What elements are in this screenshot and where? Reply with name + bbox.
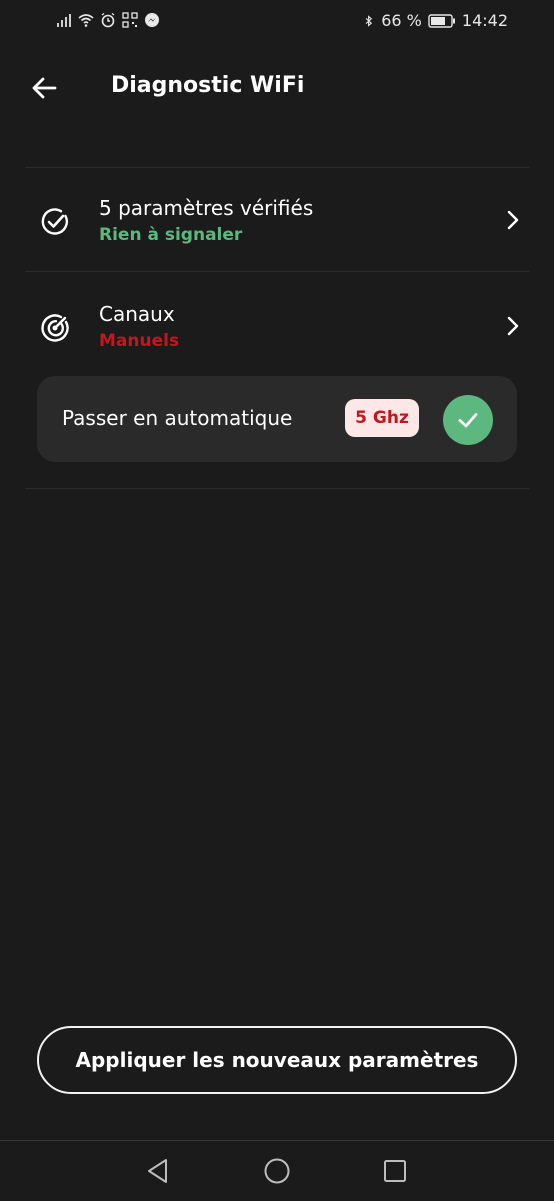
apply-settings-button[interactable]: Appliquer les nouveaux paramètres (37, 1026, 517, 1094)
back-button[interactable] (26, 70, 62, 106)
auto-channel-label: Passer en automatique (62, 406, 293, 430)
qr-icon (122, 12, 138, 28)
row-parameters-checked[interactable]: 5 paramètres vérifiés Rien à signaler (25, 172, 529, 262)
signal-icon (57, 14, 71, 27)
status-icons-right: 66 % 14:42 (363, 11, 508, 30)
messenger-icon (145, 13, 159, 27)
row-channels[interactable]: Canaux Manuels (25, 278, 529, 368)
bluetooth-icon (365, 14, 373, 27)
row-title: Canaux (99, 302, 175, 326)
checkmark-icon (458, 413, 478, 428)
back-arrow-icon (32, 77, 57, 99)
divider (25, 167, 529, 168)
auto-channel-card: Passer en automatique 5 Ghz (37, 376, 517, 462)
status-icons-left (56, 12, 160, 28)
wifi-icon (78, 14, 94, 27)
divider (25, 488, 529, 489)
battery-icon (428, 13, 455, 28)
chevron-right-icon (507, 210, 519, 230)
app-header: Diagnostic WiFi (0, 58, 554, 118)
row-status: Rien à signaler (99, 225, 243, 245)
page-title: Diagnostic WiFi (111, 73, 305, 98)
recents-nav-icon[interactable] (381, 1157, 409, 1185)
home-nav-icon[interactable] (263, 1157, 291, 1185)
confirm-auto-button[interactable] (443, 395, 493, 445)
back-nav-icon[interactable] (144, 1157, 172, 1185)
row-title: 5 paramètres vérifiés (99, 196, 314, 220)
radar-icon (41, 314, 69, 342)
chevron-right-icon (507, 316, 519, 336)
system-nav-bar (0, 1140, 554, 1201)
divider (25, 271, 529, 272)
row-status: Manuels (99, 331, 180, 351)
clock: 14:42 (461, 11, 508, 30)
status-bar: 66 % 14:42 (0, 0, 554, 44)
battery-percent: 66 % (381, 11, 422, 30)
check-circle-icon (41, 208, 69, 235)
band-badge: 5 Ghz (345, 399, 419, 437)
alarm-icon (101, 12, 115, 28)
